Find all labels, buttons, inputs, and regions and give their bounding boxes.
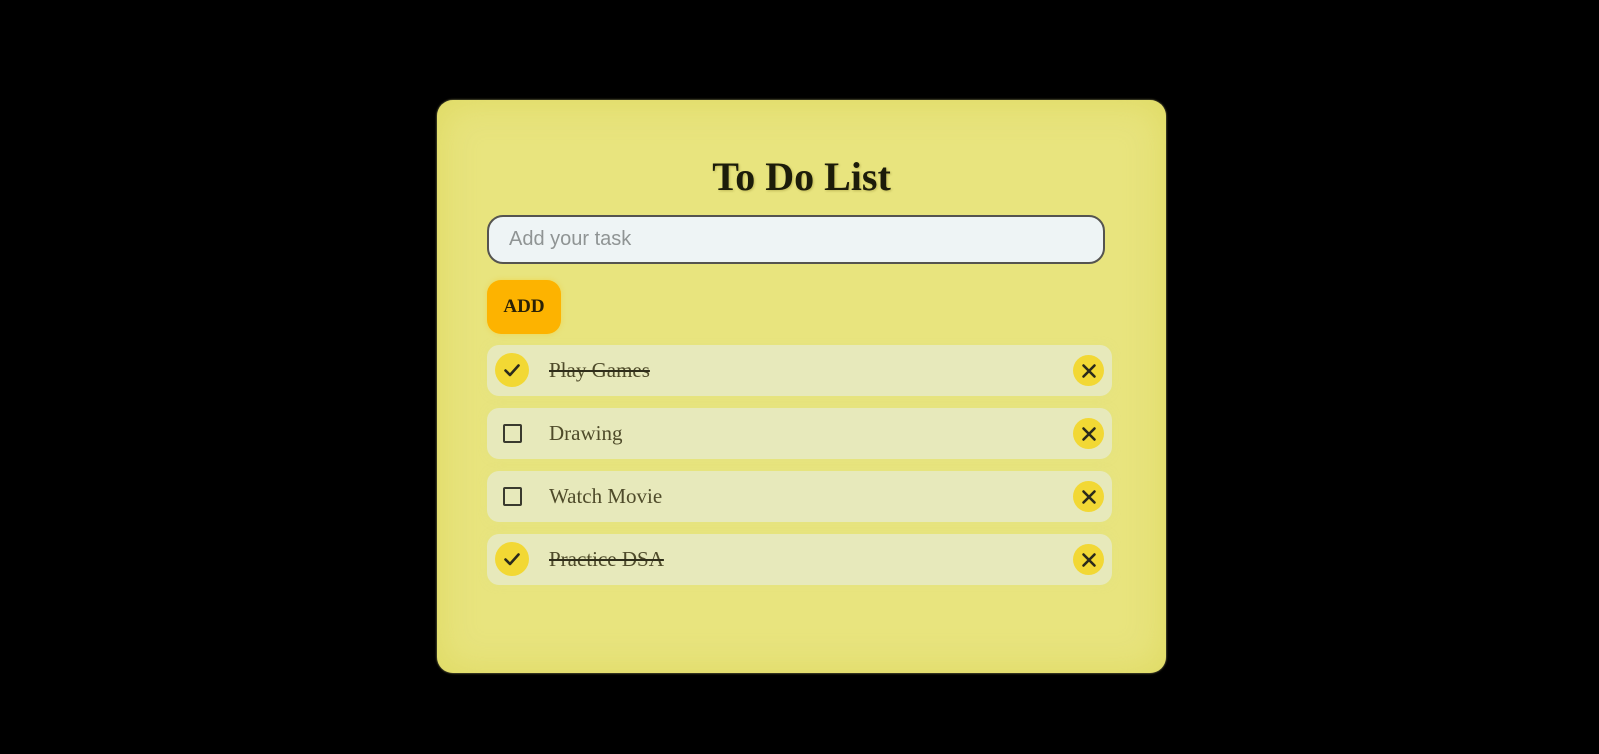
task-item: Practice DSA — [487, 534, 1112, 585]
task-checkbox[interactable] — [495, 353, 529, 387]
delete-task-button[interactable] — [1073, 355, 1104, 386]
close-icon — [1081, 426, 1096, 441]
task-label[interactable]: Watch Movie — [549, 471, 662, 522]
task-checkbox[interactable] — [495, 542, 529, 576]
task-item: Play Games — [487, 345, 1112, 396]
task-label[interactable]: Play Games — [549, 345, 650, 396]
task-label[interactable]: Drawing — [549, 408, 622, 459]
checkbox-empty-icon — [502, 486, 522, 506]
task-checkbox[interactable] — [495, 416, 529, 450]
task-item: Drawing — [487, 408, 1112, 459]
task-label[interactable]: Practice DSA — [549, 534, 664, 585]
todo-card: To Do List ADD Play Games Drawing — [437, 100, 1166, 673]
check-icon — [504, 553, 520, 566]
page-title: To Do List — [712, 154, 891, 199]
task-checkbox[interactable] — [495, 479, 529, 513]
add-button[interactable]: ADD — [487, 280, 561, 334]
task-input[interactable] — [487, 215, 1105, 264]
task-item: Watch Movie — [487, 471, 1112, 522]
check-icon — [504, 364, 520, 377]
delete-task-button[interactable] — [1073, 418, 1104, 449]
delete-task-button[interactable] — [1073, 544, 1104, 575]
task-list: Play Games Drawing Watch Movie Practice … — [487, 345, 1112, 597]
close-icon — [1081, 489, 1096, 504]
close-icon — [1081, 363, 1096, 378]
close-icon — [1081, 552, 1096, 567]
delete-task-button[interactable] — [1073, 481, 1104, 512]
checkbox-empty-icon — [502, 423, 522, 443]
